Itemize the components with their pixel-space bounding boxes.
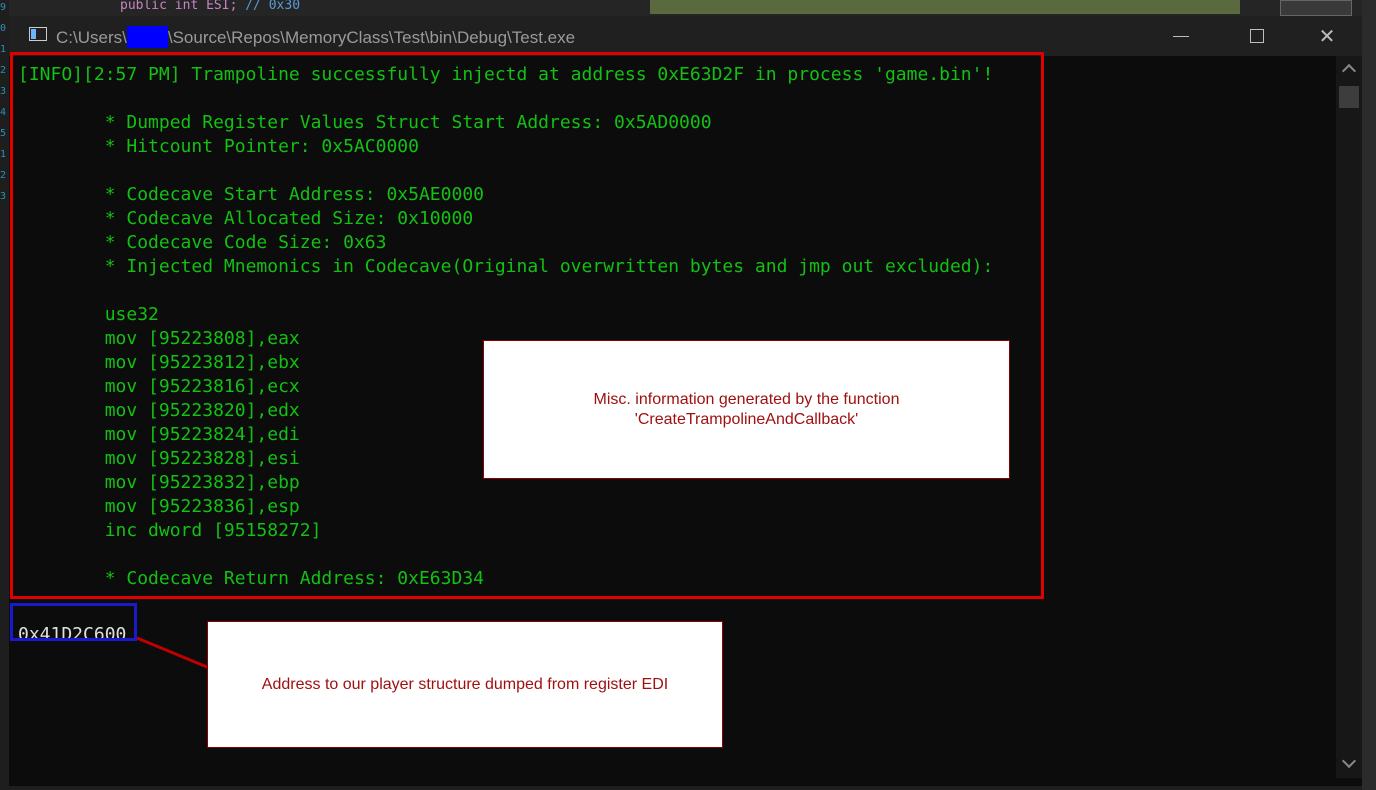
info-callout: Misc. information generated by the funct… bbox=[483, 340, 1010, 479]
edi-callout: Address to our player structure dumped f… bbox=[207, 621, 723, 748]
callout-pointer-line bbox=[136, 636, 208, 669]
